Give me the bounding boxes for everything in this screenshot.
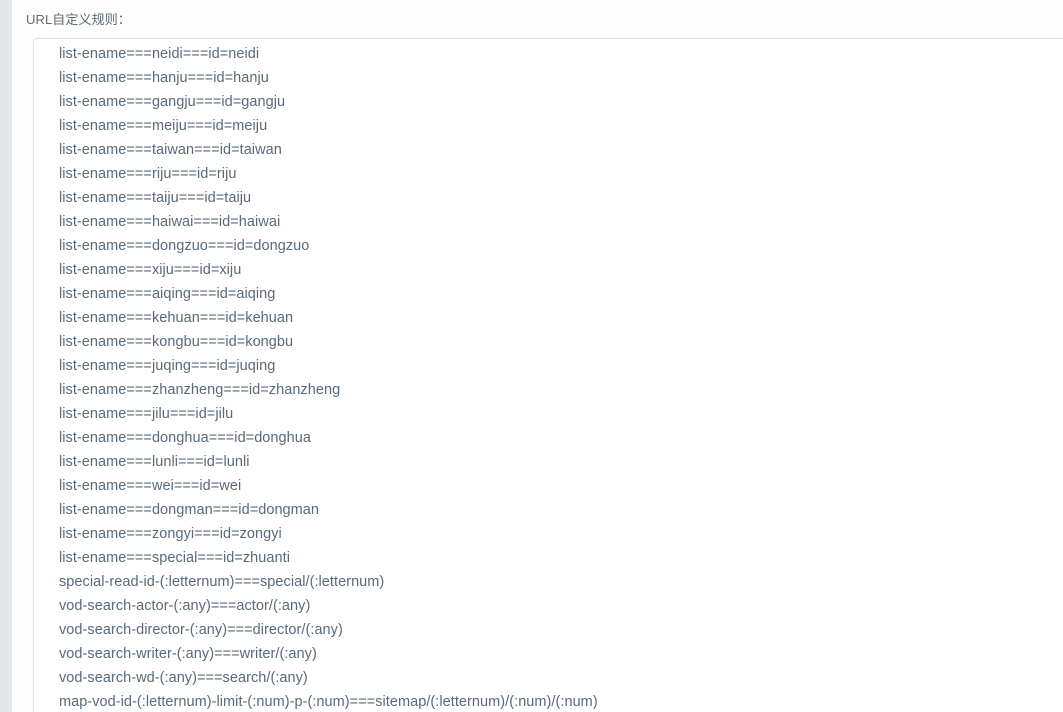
rule-line: list-ename===zhanzheng===id=zhanzheng	[59, 382, 341, 398]
url-custom-rules-text[interactable]: list-ename===neidi===id=neidi list-ename=…	[59, 42, 598, 712]
rule-line: list-ename===juqing===id=juqing	[59, 358, 276, 374]
rule-line: list-ename===hanju===id=hanju	[59, 70, 269, 86]
rule-line: special-read-id-(:letternum)===special/(…	[59, 574, 385, 590]
rule-line: list-ename===neidi===id=neidi	[59, 46, 260, 62]
rule-line: list-ename===riju===id=riju	[59, 166, 237, 182]
rule-line: list-ename===haiwai===id=haiwai	[59, 214, 281, 230]
rule-line: vod-search-wd-(:any)===search/(:any)	[59, 670, 308, 686]
rule-line: list-ename===kongbu===id=kongbu	[59, 334, 294, 350]
rule-line: list-ename===taiwan===id=taiwan	[59, 142, 282, 158]
rule-line: list-ename===zongyi===id=zongyi	[59, 526, 282, 542]
url-custom-rules-label: URL自定义规则：	[26, 12, 131, 27]
rule-line: list-ename===taiju===id=taiju	[59, 190, 252, 206]
rule-line: vod-search-actor-(:any)===actor/(:any)	[59, 598, 311, 614]
rule-line: vod-search-director-(:any)===director/(:…	[59, 622, 343, 638]
sidebar-edge-strip	[0, 0, 12, 712]
page-root: URL自定义规则： list-ename===neidi===id=neidi l…	[0, 0, 1063, 712]
rule-line: vod-search-writer-(:any)===writer/(:any)	[59, 646, 317, 662]
rule-line: list-ename===dongzuo===id=dongzuo	[59, 238, 310, 254]
rule-line: list-ename===xiju===id=xiju	[59, 262, 242, 278]
rule-line: list-ename===aiqing===id=aiqing	[59, 286, 276, 302]
rule-line: list-ename===gangju===id=gangju	[59, 94, 286, 110]
rule-line: list-ename===special===id=zhuanti	[59, 550, 290, 566]
rule-line: map-vod-id-(:letternum)-limit-(:num)-p-(…	[59, 694, 598, 710]
rule-line: list-ename===dongman===id=dongman	[59, 502, 320, 518]
url-custom-rules-textarea[interactable]: list-ename===neidi===id=neidi list-ename=…	[33, 38, 1063, 712]
rule-line: list-ename===meiju===id=meiju	[59, 118, 268, 134]
rule-line: list-ename===wei===id=wei	[59, 478, 242, 494]
rule-line: list-ename===donghua===id=donghua	[59, 430, 311, 446]
rule-line: list-ename===lunli===id=lunli	[59, 454, 250, 470]
content-area: URL自定义规则： list-ename===neidi===id=neidi l…	[12, 0, 1063, 712]
rule-line: list-ename===kehuan===id=kehuan	[59, 310, 294, 326]
rule-line: list-ename===jilu===id=jilu	[59, 406, 234, 422]
